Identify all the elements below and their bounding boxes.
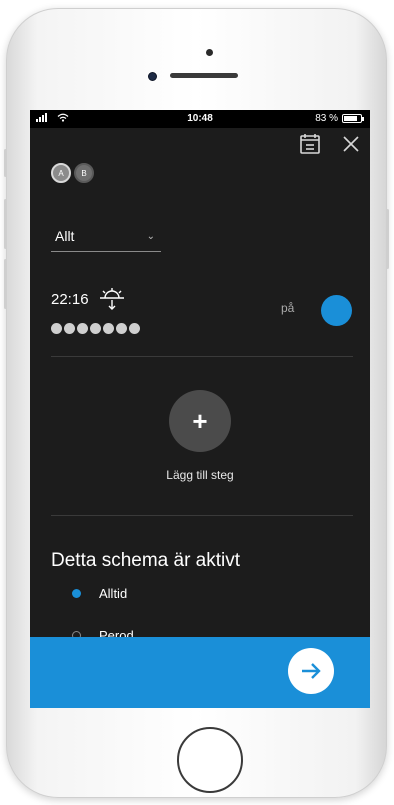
- status-right: 83 %: [315, 113, 364, 124]
- sunset-icon: [100, 288, 124, 310]
- weekday-dot: [64, 323, 75, 334]
- close-icon[interactable]: [342, 135, 360, 153]
- active-section-heading: Detta schema är aktivt: [51, 550, 241, 571]
- user-avatars: A B: [51, 163, 94, 183]
- option-always[interactable]: Alltid: [72, 586, 127, 601]
- chevron-down-icon: ⌄: [146, 231, 155, 242]
- weekday-dots: [51, 323, 140, 334]
- home-button[interactable]: [177, 727, 243, 793]
- add-step-button[interactable]: +: [169, 390, 231, 452]
- app-screen: 10:48 83 % A B Allt ⌄ 22:16 på + Lägg ti…: [30, 110, 370, 708]
- add-step-label[interactable]: Lägg till steg: [30, 468, 370, 482]
- volume-down-button: [4, 259, 7, 309]
- divider: [51, 515, 353, 516]
- weekday-dot: [90, 323, 101, 334]
- camera-dot: [206, 49, 213, 56]
- filter-select[interactable]: Allt ⌄: [51, 224, 161, 252]
- battery-percent: 83 %: [315, 113, 338, 124]
- earpiece-speaker: [170, 73, 238, 78]
- option-always-label: Alltid: [99, 586, 128, 601]
- avatar-a[interactable]: A: [51, 163, 71, 183]
- weekday-dot: [51, 323, 62, 334]
- volume-up-button: [4, 199, 7, 249]
- weekday-dot: [103, 323, 114, 334]
- step-time: 22:16: [51, 291, 89, 308]
- calendar-icon[interactable]: [298, 132, 322, 156]
- radio-selected-icon: [72, 589, 81, 598]
- step-status-label: på: [281, 301, 295, 315]
- weekday-dot: [116, 323, 127, 334]
- add-step-section: + Lägg till steg: [30, 390, 370, 482]
- filter-select-value: Allt: [55, 228, 75, 244]
- avatar-b[interactable]: B: [74, 163, 94, 183]
- next-button[interactable]: [288, 648, 334, 694]
- weekday-dot: [129, 323, 140, 334]
- arrow-right-icon: [302, 663, 321, 679]
- schedule-step-row[interactable]: 22:16 på: [51, 283, 352, 351]
- top-actions: [298, 132, 360, 156]
- step-toggle[interactable]: [321, 295, 352, 326]
- mute-switch: [4, 149, 7, 177]
- front-camera: [148, 72, 157, 81]
- status-bar: 10:48 83 %: [30, 110, 370, 128]
- power-button: [386, 209, 389, 269]
- bottom-action-bar: [30, 637, 370, 708]
- battery-icon: [342, 114, 364, 123]
- weekday-dot: [77, 323, 88, 334]
- divider: [51, 356, 353, 357]
